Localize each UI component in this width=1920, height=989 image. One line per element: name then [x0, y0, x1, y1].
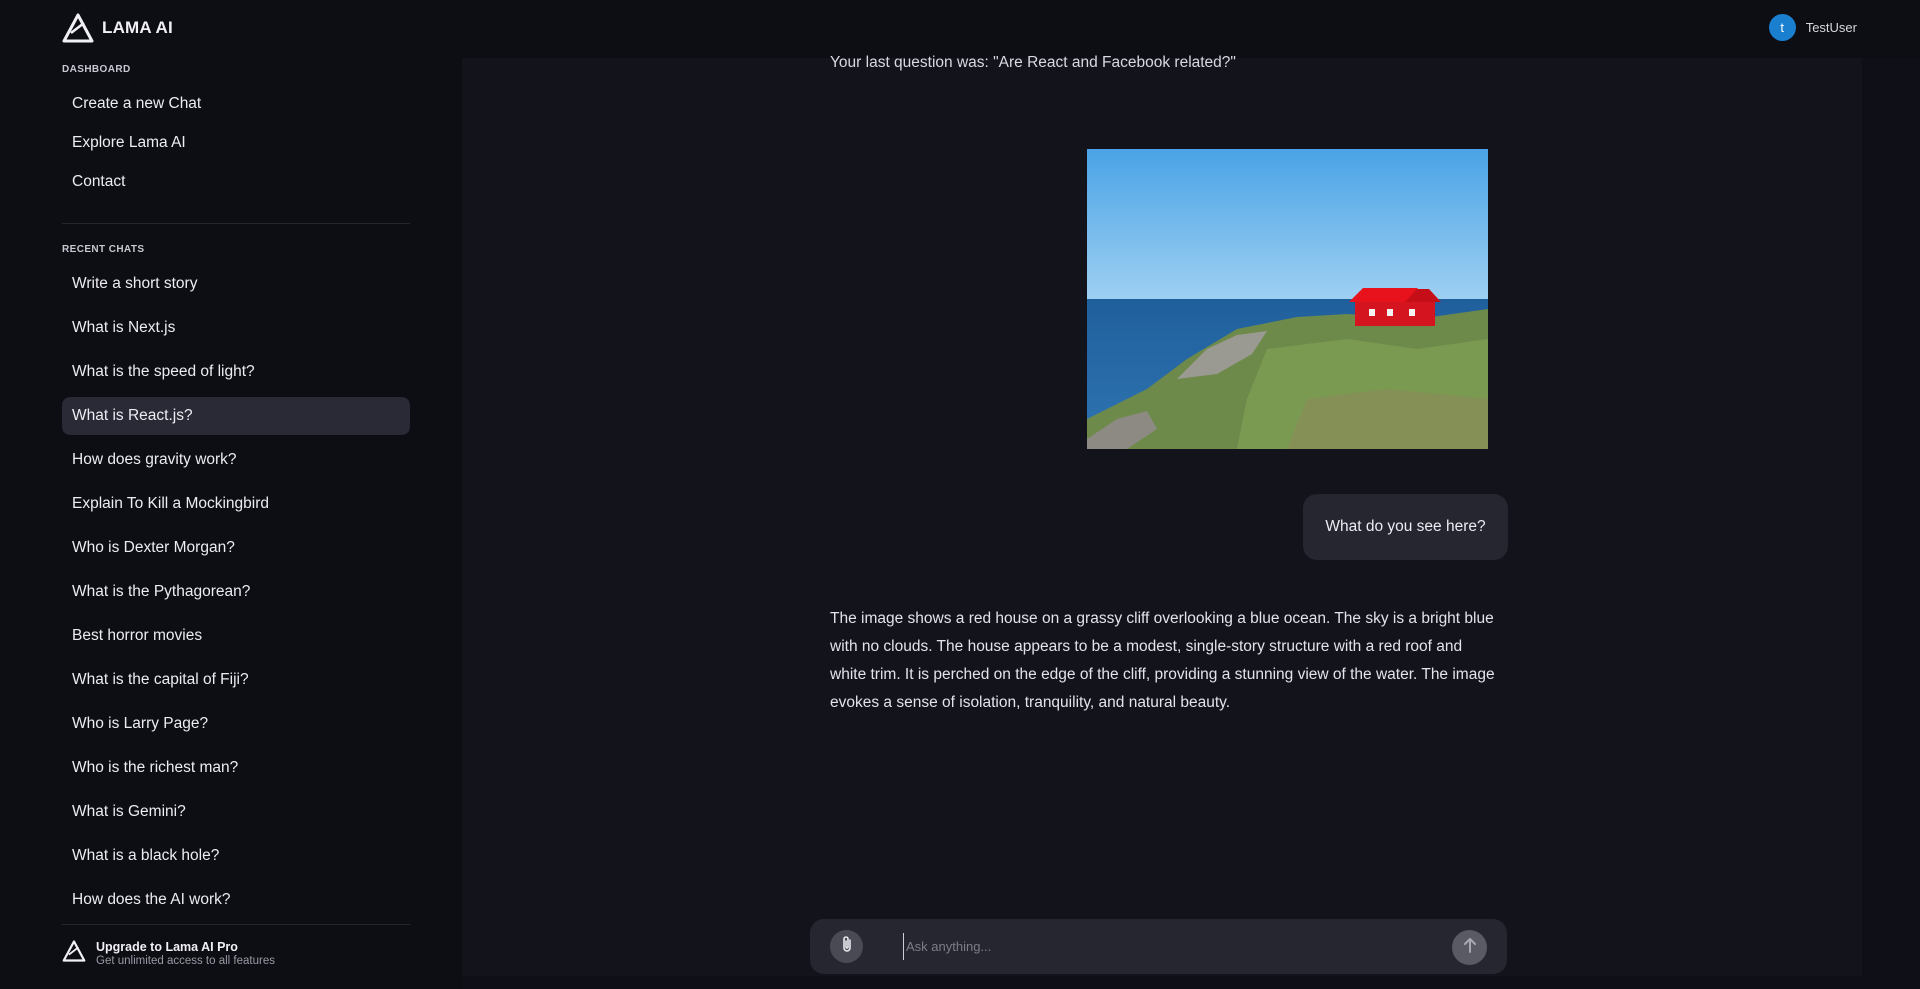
recent-chat-item[interactable]: What is the capital of Fiji?: [62, 661, 410, 699]
red-house-cliff-image: [1087, 149, 1488, 449]
message-input[interactable]: [903, 933, 1423, 960]
assistant-message-previous: Your last question was: "Are React and F…: [830, 54, 1236, 71]
recent-chat-label: Who is Larry Page?: [72, 715, 209, 732]
sidebar-item-create-chat[interactable]: Create a new Chat: [62, 85, 410, 123]
recent-chat-item[interactable]: How does the AI work?: [62, 881, 410, 906]
lama-ai-logo-icon: [62, 13, 94, 43]
arrow-up-icon: [1462, 936, 1478, 959]
recent-chat-label: What is the Pythagorean?: [72, 583, 251, 600]
recent-chat-item[interactable]: What is a black hole?: [62, 837, 410, 875]
recent-chat-label: Who is the richest man?: [72, 759, 239, 776]
send-button[interactable]: [1452, 930, 1487, 965]
sidebar-item-contact[interactable]: Contact: [62, 163, 410, 201]
upgrade-subtitle: Get unlimited access to all features: [96, 955, 275, 967]
recent-chat-item[interactable]: What is Gemini?: [62, 793, 410, 831]
recent-chat-item[interactable]: How does gravity work?: [62, 441, 410, 479]
sidebar-item-label: Explore Lama AI: [72, 134, 186, 151]
avatar[interactable]: t: [1768, 14, 1796, 41]
recent-chat-label: Write a short story: [72, 275, 198, 292]
assistant-message: The image shows a red house on a grassy …: [830, 610, 1495, 711]
user-message-text: What do you see here?: [1325, 518, 1486, 535]
recent-chat-label: Best horror movies: [72, 627, 203, 644]
recent-chat-label: What is the speed of light?: [72, 363, 255, 380]
divider: [62, 924, 410, 925]
recent-chat-item[interactable]: Write a short story: [62, 265, 410, 303]
recent-chat-label: How does the AI work?: [72, 891, 231, 906]
recent-chat-label: What is a black hole?: [72, 847, 220, 864]
app-root: LAMA AI t TestUser DASHBOARD Create a ne…: [0, 0, 1920, 989]
recent-chat-item[interactable]: Who is Dexter Morgan?: [62, 529, 410, 567]
app-name: LAMA AI: [102, 18, 173, 37]
recent-chat-item[interactable]: Best horror movies: [62, 617, 410, 655]
recent-chat-label: What is Gemini?: [72, 803, 186, 820]
recent-chat-label: What is Next.js: [72, 319, 176, 336]
chat-area[interactable]: Your last question was: "Are React and F…: [462, 54, 1862, 976]
sidebar-item-explore[interactable]: Explore Lama AI: [62, 124, 410, 162]
brand[interactable]: LAMA AI: [62, 13, 173, 43]
recent-chat-label: What is the capital of Fiji?: [72, 671, 249, 688]
upgrade-title: Upgrade to Lama AI Pro: [96, 940, 238, 954]
recent-chat-label: Who is Dexter Morgan?: [72, 539, 235, 556]
message-composer: [810, 919, 1507, 974]
recent-chat-item[interactable]: What is the speed of light?: [62, 353, 410, 391]
dashboard-section-label: DASHBOARD: [62, 64, 131, 75]
user-message-bubble: What do you see here?: [1303, 494, 1508, 560]
upgrade-text: Upgrade to Lama AI Pro Get unlimited acc…: [96, 940, 275, 967]
recent-chat-item[interactable]: Explain To Kill a Mockingbird: [62, 485, 410, 523]
attach-button[interactable]: [830, 930, 863, 963]
user-name: TestUser: [1805, 20, 1857, 35]
top-bar: LAMA AI t TestUser: [0, 0, 1920, 58]
recent-chat-label: How does gravity work?: [72, 451, 237, 468]
recent-chat-item[interactable]: What is the Pythagorean?: [62, 573, 410, 611]
paperclip-icon: [840, 935, 854, 958]
sidebar-scroll-area[interactable]: DASHBOARD Create a new Chat Explore Lama…: [0, 58, 462, 906]
uploaded-image[interactable]: [1087, 149, 1488, 449]
recent-chats-section-label: RECENT CHATS: [62, 244, 145, 255]
upgrade-pro-link[interactable]: Upgrade to Lama AI Pro Get unlimited acc…: [62, 940, 275, 967]
divider: [62, 223, 410, 224]
sidebar-item-label: Contact: [72, 173, 126, 190]
recent-chat-item[interactable]: What is Next.js: [62, 309, 410, 347]
recent-chat-label: What is React.js?: [72, 407, 193, 424]
user-menu[interactable]: t TestUser: [1768, 14, 1857, 41]
sidebar-item-label: Create a new Chat: [72, 95, 202, 112]
recent-chat-item[interactable]: Who is Larry Page?: [62, 705, 410, 743]
sidebar: DASHBOARD Create a new Chat Explore Lama…: [0, 58, 462, 989]
recent-chat-label: Explain To Kill a Mockingbird: [72, 495, 270, 512]
recent-chat-item-active[interactable]: What is React.js?: [62, 397, 410, 435]
recent-chat-item[interactable]: Who is the richest man?: [62, 749, 410, 787]
lama-ai-logo-icon: [62, 940, 86, 967]
